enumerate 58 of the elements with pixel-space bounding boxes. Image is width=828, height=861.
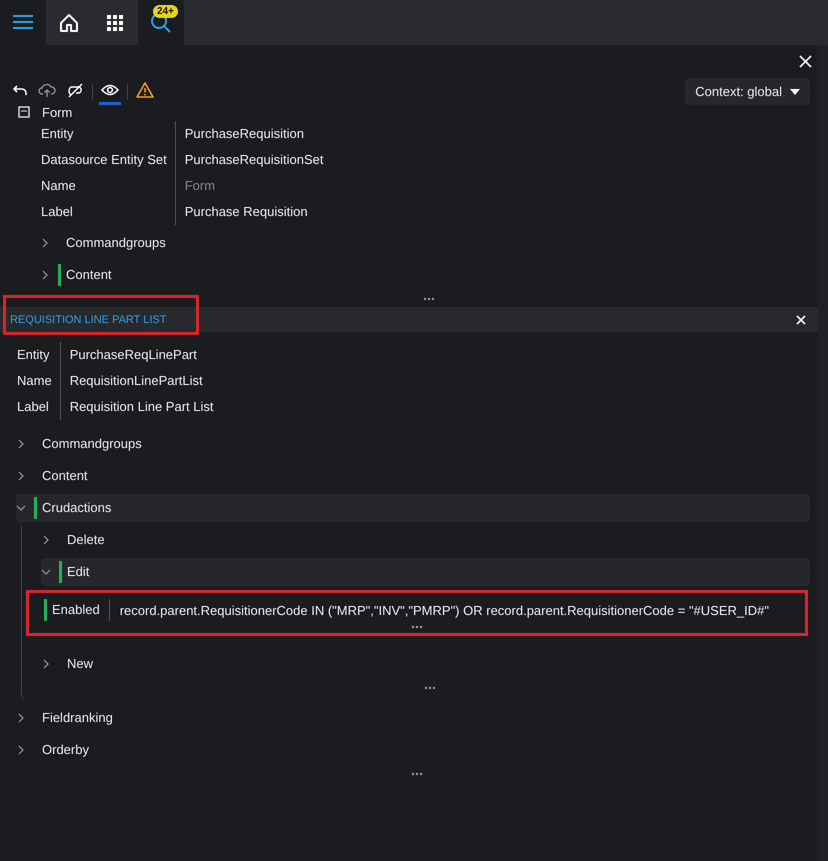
property-value[interactable]: PurchaseRequisition xyxy=(176,121,324,147)
property-value[interactable]: Purchase Requisition xyxy=(176,199,324,225)
tree-node[interactable]: Edit xyxy=(41,558,810,586)
cloud-upload-icon xyxy=(38,82,56,98)
chevron-icon[interactable] xyxy=(40,238,50,248)
tree-node[interactable]: Delete xyxy=(41,526,810,554)
resize-handle-icon[interactable] xyxy=(411,772,423,776)
chevron-icon[interactable] xyxy=(41,567,51,577)
eye-icon xyxy=(101,83,119,97)
property-label: Label xyxy=(41,199,176,225)
section-title: REQUISITION LINE PART LIST xyxy=(3,295,200,335)
close-icon[interactable] xyxy=(799,55,812,68)
home-tab[interactable] xyxy=(46,0,92,45)
property-label: Datasource Entity Set xyxy=(41,147,176,173)
tree-node[interactable]: Commandgroups xyxy=(40,229,818,257)
chevron-icon[interactable] xyxy=(16,503,26,513)
tree-node[interactable]: Crudactions xyxy=(16,494,810,522)
menu-icon[interactable] xyxy=(13,14,33,30)
tree-node[interactable]: Commandgroups xyxy=(16,430,810,458)
chevron-icon[interactable] xyxy=(41,535,51,545)
property-value[interactable]: record.parent.RequisitionerCode IN ("MRP","INV","PMRP") OR record.parent.RequisitionerCode = "#USER_ID#" xyxy=(110,602,769,618)
tree-node[interactable]: Content xyxy=(16,462,810,490)
tree-node[interactable]: Content xyxy=(40,261,818,289)
form-icon xyxy=(18,106,30,118)
crossed-cloud-icon xyxy=(66,82,84,98)
warning-icon xyxy=(136,82,154,98)
grid-icon xyxy=(106,14,124,32)
chevron-icon[interactable] xyxy=(41,659,51,669)
chevron-icon[interactable] xyxy=(16,471,26,481)
property-value[interactable]: Form xyxy=(176,173,324,199)
tree-node[interactable]: New xyxy=(41,650,810,678)
property-label: Entity xyxy=(17,342,61,368)
context-dropdown[interactable]: Context: global xyxy=(685,78,810,105)
property-value[interactable]: Requisition Line Part List xyxy=(60,394,214,420)
home-icon xyxy=(58,12,80,34)
property-value[interactable]: RequisitionLinePartList xyxy=(60,368,214,394)
undo-icon xyxy=(12,83,28,97)
resize-handle-icon[interactable] xyxy=(423,297,435,301)
chevron-icon[interactable] xyxy=(16,745,26,755)
tree-node[interactable]: Orderby xyxy=(16,736,810,764)
chevron-icon[interactable] xyxy=(16,439,26,449)
property-label: Entity xyxy=(41,121,176,147)
chevron-icon[interactable] xyxy=(16,713,26,723)
property-label: Name xyxy=(17,368,61,394)
resize-handle-icon[interactable] xyxy=(424,686,436,690)
apps-tab[interactable] xyxy=(92,0,138,45)
property-label: Label xyxy=(17,394,61,420)
tree-node[interactable]: Fieldranking xyxy=(16,704,810,732)
notification-badge: 24+ xyxy=(153,5,178,18)
property-value[interactable]: PurchaseRequisitionSet xyxy=(176,147,324,173)
resize-handle-icon[interactable] xyxy=(411,625,423,629)
property-label: Enabled xyxy=(44,599,110,621)
property-value[interactable]: PurchaseReqLinePart xyxy=(60,342,214,368)
caret-icon xyxy=(790,88,800,94)
property-label: Name xyxy=(41,173,176,199)
form-title: Form xyxy=(42,104,72,120)
chevron-icon[interactable] xyxy=(40,270,50,280)
close-icon[interactable] xyxy=(796,314,806,324)
